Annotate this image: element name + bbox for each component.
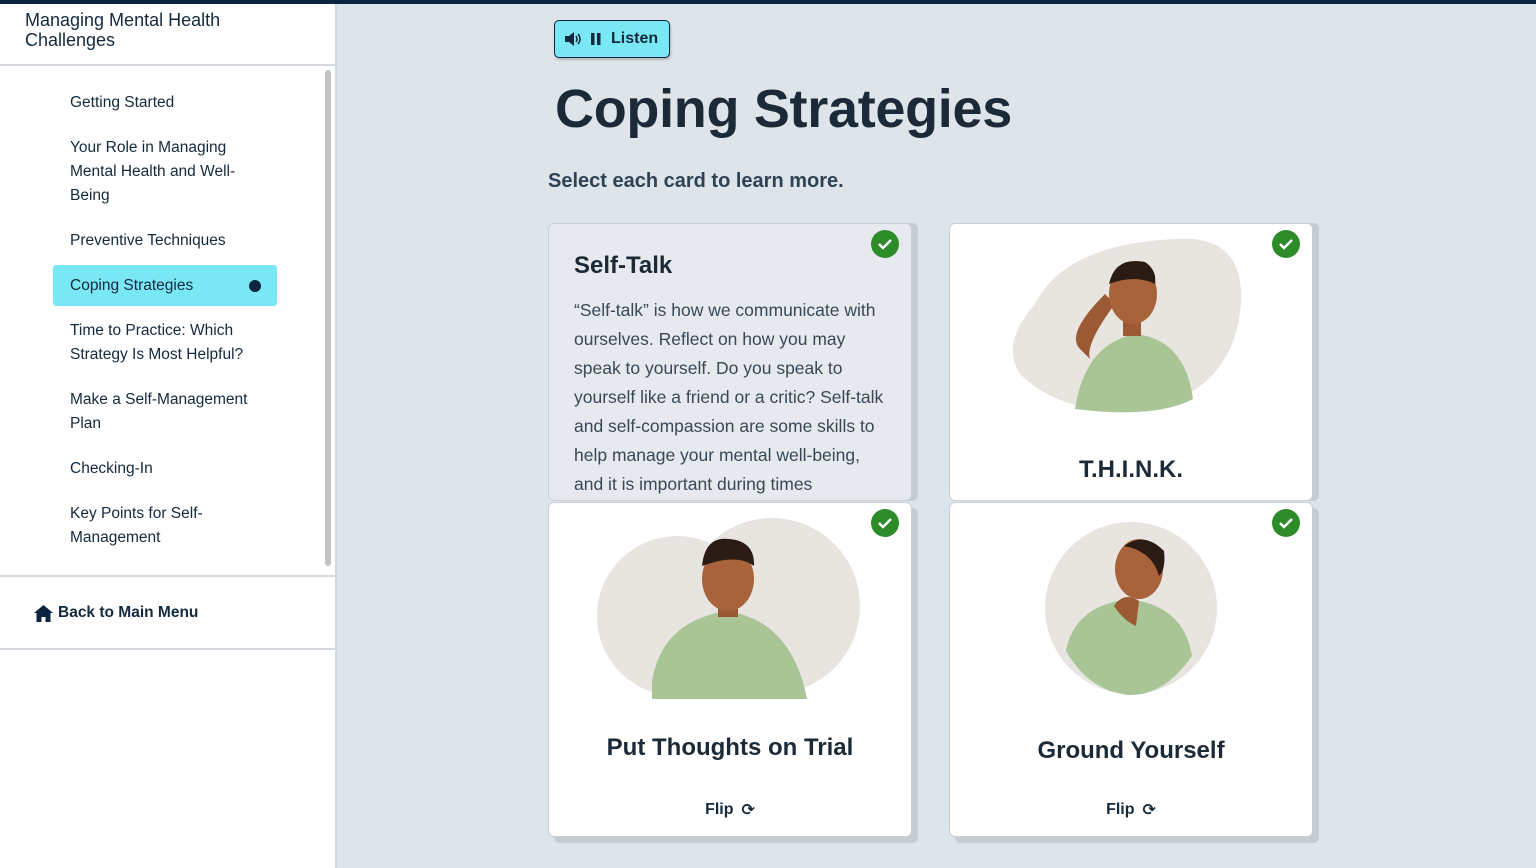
card-ground-yourself[interactable]: Ground Yourself Flip ⟳ — [949, 502, 1313, 837]
back-label: Back to Main Menu — [58, 604, 199, 621]
sidebar-item-your-role[interactable]: Your Role in Managing Mental Health and … — [53, 136, 253, 208]
divider — [0, 648, 336, 650]
sidebar-item-preventive-techniques[interactable]: Preventive Techniques — [53, 229, 277, 253]
card-think[interactable]: T.H.I.N.K. — [949, 223, 1313, 501]
sidebar-item-label: Coping Strategies — [70, 276, 194, 294]
card-title: Put Thoughts on Trial — [606, 734, 854, 761]
pause-icon[interactable] — [591, 33, 601, 45]
sidebar-item-checking-in[interactable]: Checking-In — [53, 457, 277, 481]
card-title: Ground Yourself — [1037, 737, 1225, 764]
speaker-icon — [565, 32, 581, 46]
card-put-thoughts-on-trial[interactable]: Put Thoughts on Trial Flip ⟳ — [548, 502, 912, 837]
page-title: Coping Strategies — [555, 79, 1012, 139]
listen-label: Listen — [611, 30, 659, 47]
sidebar-item-coping-strategies[interactable]: Coping Strategies — [53, 265, 277, 306]
sidebar-scrollbar[interactable] — [325, 70, 331, 566]
refresh-icon: ⟳ — [1142, 802, 1156, 819]
divider — [0, 64, 336, 66]
listen-button[interactable]: Listen — [554, 20, 670, 58]
sidebar-item-key-points[interactable]: Key Points for Self-Management — [53, 502, 223, 550]
card-body: “Self-talk” is how we communicate with o… — [574, 300, 884, 494]
sidebar-item-getting-started[interactable]: Getting Started — [53, 91, 277, 115]
completed-check-icon — [871, 230, 899, 258]
flip-button[interactable]: Flip ⟳ — [950, 800, 1312, 820]
divider — [0, 575, 336, 577]
home-icon — [34, 604, 53, 622]
sidebar-item-time-to-practice[interactable]: Time to Practice: Which Strategy Is Most… — [53, 319, 263, 367]
card-title: Self-Talk — [574, 252, 673, 279]
person-pondering-illustration — [1045, 522, 1217, 696]
sidebar: Managing Mental Health Challenges Getting… — [0, 4, 337, 868]
completed-check-icon — [1272, 509, 1300, 537]
person-thinking-illustration — [1012, 238, 1242, 413]
current-indicator-icon — [249, 279, 261, 292]
refresh-icon: ⟳ — [741, 802, 755, 819]
completed-check-icon — [1272, 230, 1300, 258]
card-title: T.H.I.N.K. — [1078, 456, 1183, 483]
page-subtitle: Select each card to learn more. — [548, 170, 844, 192]
flip-button[interactable]: Flip ⟳ — [549, 800, 911, 820]
flip-label: Flip — [705, 801, 734, 818]
completed-check-icon — [871, 509, 899, 537]
flip-label: Flip — [1106, 801, 1135, 818]
person-illustration — [597, 518, 860, 699]
back-to-main-menu-link[interactable]: Back to Main Menu — [34, 604, 198, 622]
course-title: Managing Mental Health Challenges — [25, 10, 221, 50]
card-self-talk[interactable]: Self-Talk “Self-talk” is how we communic… — [548, 223, 912, 501]
sidebar-item-self-management-plan[interactable]: Make a Self-Management Plan — [53, 388, 277, 436]
